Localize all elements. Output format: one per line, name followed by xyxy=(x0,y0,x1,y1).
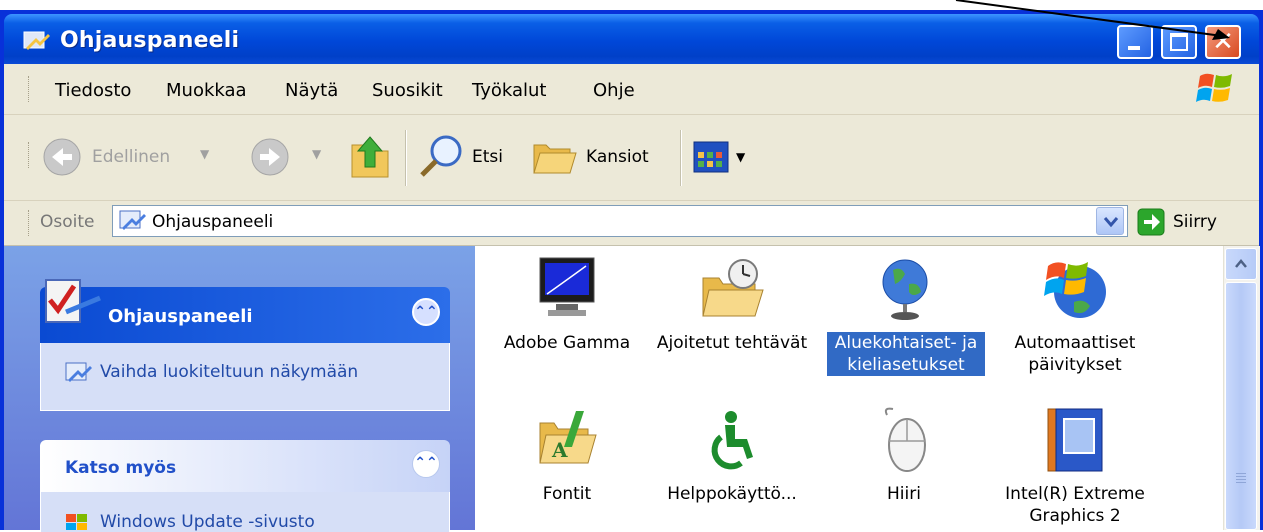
toolbar-grip[interactable] xyxy=(28,142,32,168)
views-dropdown-icon[interactable]: ▼ xyxy=(736,150,745,164)
scroll-up-button[interactable] xyxy=(1225,248,1257,280)
control-panel-icon[interactable] xyxy=(22,30,52,52)
item-adobe-gamma[interactable]: Adobe Gamma xyxy=(482,252,652,382)
menu-grip[interactable] xyxy=(28,76,32,102)
scheduled-tasks-icon xyxy=(702,259,764,317)
mouse-icon xyxy=(884,407,926,472)
task-header-title: Ohjauspaneeli xyxy=(108,306,253,327)
menu-tiedosto[interactable]: Tiedosto xyxy=(55,80,131,101)
address-label: Osoite xyxy=(40,212,95,232)
back-label: Edellinen xyxy=(92,147,171,167)
item-label: Ajoitetut tehtävät xyxy=(656,333,808,353)
addressbar-grip[interactable] xyxy=(28,210,32,236)
go-arrow-icon xyxy=(1137,208,1165,236)
svg-text:A: A xyxy=(551,438,568,462)
address-dropdown-button[interactable] xyxy=(1096,207,1124,235)
menu-suosikit[interactable]: Suosikit xyxy=(372,80,443,101)
back-button[interactable]: Edellinen ▼ xyxy=(40,135,280,179)
search-icon xyxy=(420,135,462,177)
collapse-icon[interactable]: ⌃⌃ xyxy=(412,298,440,326)
address-control-panel-icon xyxy=(119,210,146,230)
item-regional-settings[interactable]: Aluekohtaiset- ja kieliasetukset xyxy=(819,252,989,382)
item-scheduled-tasks[interactable]: Ajoitetut tehtävät xyxy=(647,252,817,382)
back-dropdown-icon[interactable]: ▼ xyxy=(200,147,209,161)
chevron-down-icon xyxy=(1103,217,1119,228)
forward-dropdown-icon[interactable]: ▼ xyxy=(312,147,321,161)
windows-update-link[interactable]: Windows Update -sivusto xyxy=(100,512,315,532)
item-label: Fontit xyxy=(542,484,592,504)
see-also-title: Katso myös xyxy=(65,458,177,478)
folders-icon xyxy=(533,144,577,174)
windows-update-icon xyxy=(1044,262,1106,318)
item-automatic-updates[interactable]: Automaattiset päivitykset xyxy=(990,252,1160,382)
intel-graphics-icon xyxy=(1047,408,1103,472)
windows-logo-icon xyxy=(1196,73,1232,102)
menu-tyokalut[interactable]: Työkalut xyxy=(472,80,546,101)
switch-category-view-link[interactable]: Vaihda luokiteltuun näkymään xyxy=(100,362,358,382)
item-fonts[interactable]: A Fontit xyxy=(482,405,652,530)
collapse-icon[interactable]: ⌃⌃ xyxy=(412,450,440,478)
go-label: Siirry xyxy=(1173,212,1217,232)
windows-update-small-icon xyxy=(66,514,87,530)
forward-arrow-icon xyxy=(251,138,289,176)
scroll-thumb[interactable] xyxy=(1225,282,1257,530)
control-panel-large-icon xyxy=(45,279,101,323)
chevron-up-icon xyxy=(1235,259,1247,268)
item-label: Adobe Gamma xyxy=(503,333,631,353)
accessibility-icon xyxy=(711,411,753,470)
item-label: Automaattiset päivitykset xyxy=(1014,333,1136,375)
address-value: Ohjauspaneeli xyxy=(152,212,274,232)
search-button[interactable]: Etsi xyxy=(418,133,528,179)
menu-nayta[interactable]: Näytä xyxy=(285,80,338,101)
window-title: Ohjauspaneeli xyxy=(60,28,240,53)
back-arrow-icon xyxy=(43,138,81,176)
toolbar-separator xyxy=(405,130,407,186)
menu-muokkaa[interactable]: Muokkaa xyxy=(166,80,247,101)
item-mouse[interactable]: Hiiri xyxy=(819,405,989,530)
scroll-grip-icon xyxy=(1236,473,1246,474)
item-label-selected: Aluekohtaiset- ja kieliasetukset xyxy=(827,332,985,376)
minimize-icon xyxy=(1128,46,1140,50)
item-accessibility[interactable]: Helppokäyttö... xyxy=(647,405,817,530)
item-intel-graphics[interactable]: Intel(R) Extreme Graphics 2 xyxy=(990,405,1160,530)
annotation-arrow xyxy=(955,0,1230,40)
globe-icon xyxy=(882,259,928,320)
item-label: Hiiri xyxy=(887,484,921,504)
up-folder-icon[interactable] xyxy=(348,133,392,181)
item-label: Intel(R) Extreme Graphics 2 xyxy=(1005,484,1145,526)
views-icon xyxy=(693,141,729,173)
item-label: Helppokäyttö... xyxy=(667,484,797,504)
fonts-folder-icon: A xyxy=(539,411,597,464)
go-button[interactable]: Siirry xyxy=(1137,206,1249,238)
search-label: Etsi xyxy=(472,147,503,167)
monitor-icon xyxy=(539,257,595,316)
forward-button[interactable]: ▼ xyxy=(248,135,328,179)
toolbar-separator xyxy=(680,130,682,186)
views-button[interactable]: ▼ xyxy=(692,140,762,176)
menu-ohje[interactable]: Ohje xyxy=(593,80,635,101)
switch-view-icon xyxy=(65,362,92,382)
folders-label: Kansiot xyxy=(586,147,649,167)
folders-button[interactable]: Kansiot xyxy=(530,133,675,179)
